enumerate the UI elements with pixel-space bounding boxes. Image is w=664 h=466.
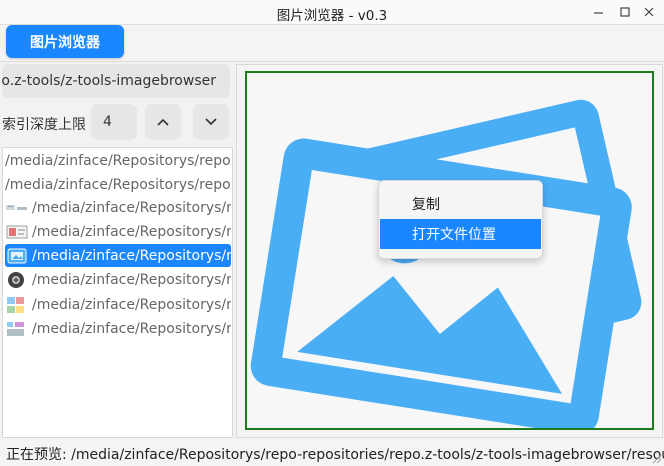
chevron-down-icon <box>205 118 217 126</box>
depth-increase-button[interactable] <box>145 104 181 140</box>
image-thumb-icon <box>7 296 24 313</box>
window-title: 图片浏览器 - v0.3 <box>276 8 388 24</box>
status-text: 正在预览: /media/zinface/Repositorys/repo-re… <box>6 447 664 463</box>
resize-grip-icon[interactable] <box>650 452 662 464</box>
context-menu: 复制 打开文件位置 <box>378 180 543 259</box>
gear-icon <box>8 271 24 288</box>
depth-spinbox[interactable]: 4 <box>91 104 137 140</box>
maximize-icon[interactable] <box>616 3 634 21</box>
title-bar: 图片浏览器 - v0.3 <box>0 0 664 25</box>
list-item[interactable]: /media/zinface/Repositorys/r <box>5 317 231 340</box>
toolbar: 图片浏览器 <box>0 25 664 62</box>
list-item[interactable]: /media/zinface/Repositorys/r <box>5 220 231 243</box>
list-item[interactable]: /media/zinface/Repositorys/repo <box>5 173 231 196</box>
image-browser-tab[interactable]: 图片浏览器 <box>6 25 124 58</box>
depth-label: 索引深度上限 <box>2 117 86 133</box>
chevron-up-icon <box>157 118 169 126</box>
image-thumb-icon <box>6 225 28 238</box>
list-item[interactable]: /media/zinface/Repositorys/r <box>5 268 231 291</box>
close-icon[interactable] <box>640 3 658 21</box>
list-item[interactable]: /media/zinface/Repositorys/repo <box>5 149 231 172</box>
menu-item-copy[interactable]: 复制 <box>380 189 541 219</box>
list-item[interactable]: /media/zinface/Repositorys/r <box>5 293 231 316</box>
status-bar: 正在预览: /media/zinface/Repositorys/repo-re… <box>0 440 664 466</box>
menu-item-open-location[interactable]: 打开文件位置 <box>380 219 541 249</box>
list-item[interactable]: /media/zinface/Repositorys/r <box>5 196 231 219</box>
directory-path-input[interactable]: o.z-tools/z-tools-imagebrowser <box>2 64 230 98</box>
minimize-icon[interactable] <box>590 3 608 21</box>
image-thumb-icon <box>7 248 27 263</box>
image-thumb-icon <box>7 321 24 336</box>
image-thumb-icon <box>6 204 27 210</box>
list-item-selected[interactable]: /media/zinface/Repositorys/r <box>5 244 231 267</box>
directory-path-value: o.z-tools/z-tools-imagebrowser <box>2 73 216 89</box>
depth-decrease-button[interactable] <box>193 104 229 140</box>
file-list[interactable]: /media/zinface/Repositorys/repo /media/z… <box>2 147 233 438</box>
